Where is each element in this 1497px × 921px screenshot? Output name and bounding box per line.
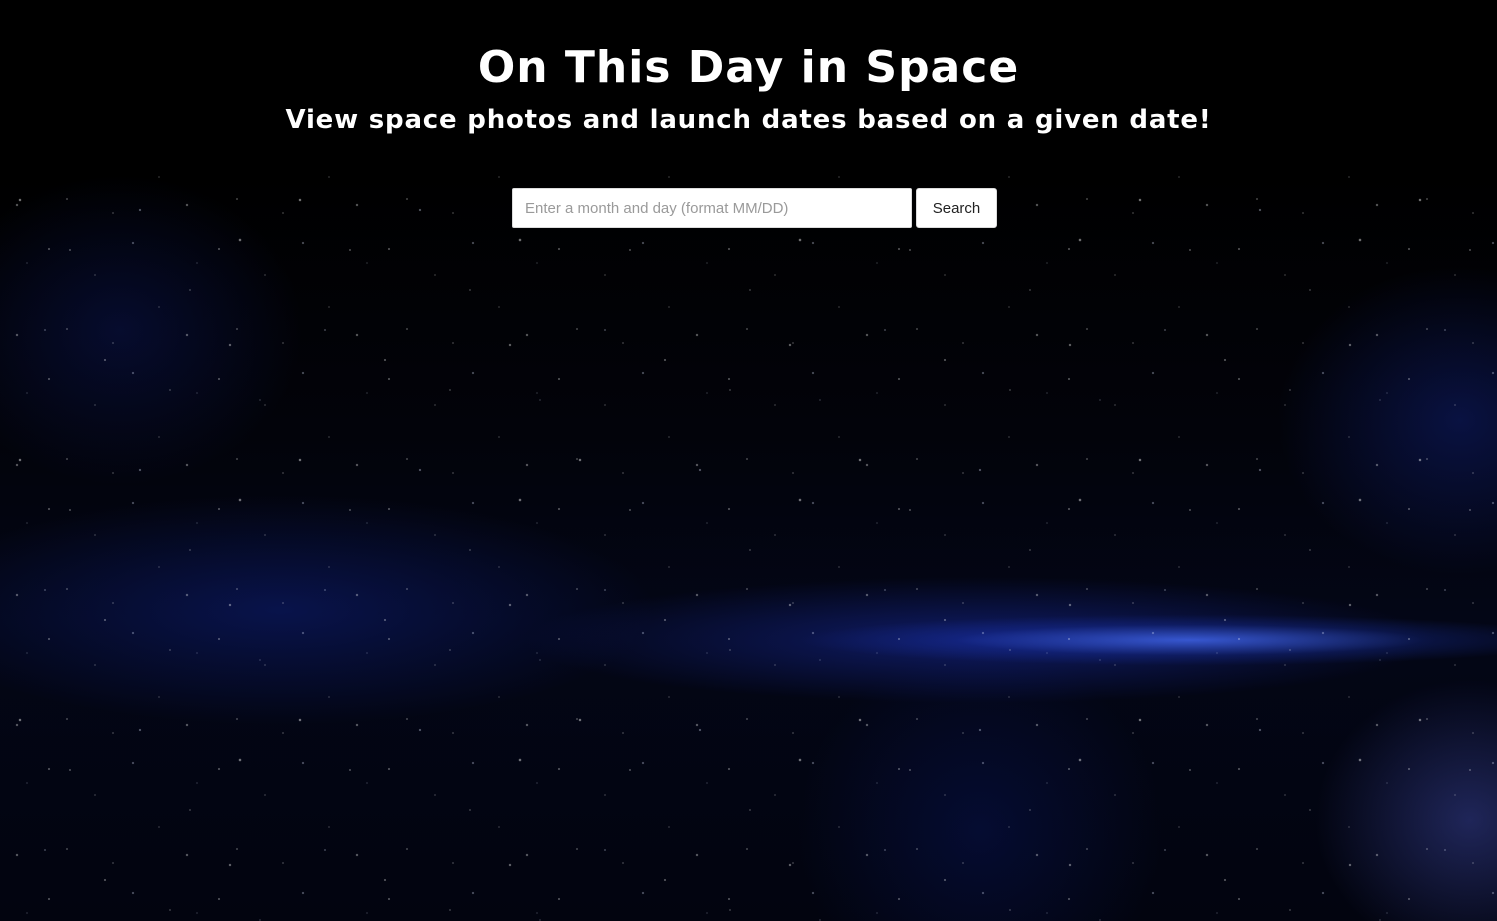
space-background — [0, 170, 1497, 921]
search-button[interactable]: Search — [916, 188, 997, 228]
page-title: On This Day in Space — [477, 42, 1020, 93]
page: On This Day in Space View space photos a… — [0, 0, 1497, 921]
page-subtitle: View space photos and launch dates based… — [285, 105, 1212, 135]
search-bar: Search — [512, 188, 998, 228]
date-search-input[interactable] — [512, 188, 912, 228]
